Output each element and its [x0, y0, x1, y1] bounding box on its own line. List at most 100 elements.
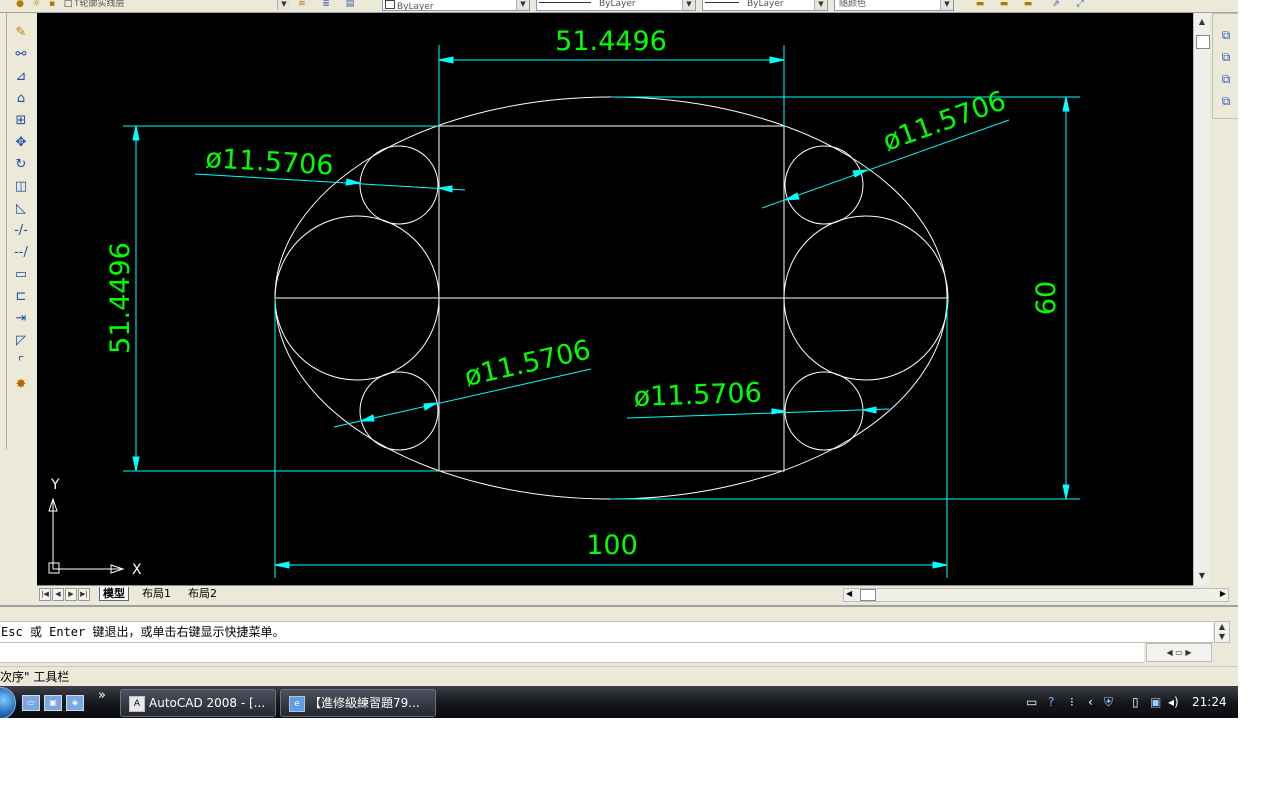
layer-name: T轮廓实线层 — [74, 0, 125, 9]
dim-right-text: 60 — [1031, 281, 1062, 315]
array-icon[interactable]: ⊞ — [10, 111, 32, 131]
layer-states-icon[interactable]: ≣ — [318, 0, 334, 10]
scale-icon[interactable]: ◫ — [10, 177, 32, 197]
tab-model[interactable]: 模型 — [99, 587, 129, 601]
layer-dropdown-arrow[interactable]: ▼ — [277, 0, 290, 10]
security-shield-icon[interactable]: ⛨ — [1104, 694, 1113, 710]
trim-icon[interactable]: -/- — [10, 221, 32, 241]
horizontal-scroll-thumb[interactable] — [860, 589, 876, 601]
color-value: ByLayer — [397, 2, 434, 11]
scroll-left-icon[interactable]: ◀ — [846, 589, 852, 599]
scroll-down-icon[interactable]: ▼ — [1195, 569, 1209, 583]
linetype-combo[interactable]: ByLayer ▼ — [536, 0, 696, 11]
color-dropdown-arrow[interactable]: ▼ — [516, 0, 529, 10]
prev-tab-icon[interactable]: ◀ — [52, 588, 64, 601]
chamfer-icon[interactable]: ◸ — [10, 331, 32, 351]
autocad-button-label: AutoCAD 2008 - [... — [149, 696, 266, 710]
clock[interactable]: 21:24 — [1192, 686, 1227, 718]
sun-icon[interactable]: ☼ — [28, 0, 44, 10]
layer-manager-icon[interactable]: ▤ — [342, 0, 358, 10]
dimension-texts: 51.4496 100 51.4496 60 ø11.5706 ø11.5706… — [105, 26, 1062, 561]
start-orb-icon[interactable] — [0, 687, 16, 718]
lineweight-dropdown-arrow[interactable]: ▼ — [814, 0, 827, 10]
command-window: Esc 或 Enter 键退出，或单击右键显示快捷菜单。 ▲ ▼ ◀ ▭ ▶ — [0, 605, 1238, 665]
circle-top-left — [359, 145, 439, 225]
layer-combo[interactable]: T轮廓实线层 ▼ — [74, 0, 290, 10]
color-combo[interactable]: ByLayer ▼ — [382, 0, 530, 11]
language-icon[interactable]: ⁝ — [1070, 694, 1074, 710]
layer-previous-icon[interactable]: ≋ — [294, 0, 310, 10]
dia-bottom-left-text: ø11.5706 — [462, 334, 594, 392]
plotstyle-value: 随颜色 — [839, 0, 867, 9]
dia-bottom-right-text: ø11.5706 — [633, 378, 762, 413]
properties-toolbar: ● ☼ ▪ □ T轮廓实线层 ▼ ≋ ≣ ▤ ByLayer ▼ ByLayer… — [0, 0, 1238, 13]
vertical-scrollbar[interactable]: ▲ ▼ — [1193, 13, 1210, 585]
table-style-icon[interactable]: ▬ — [996, 0, 1012, 10]
autocad-window: ● ☼ ▪ □ T轮廓实线层 ▼ ≋ ≣ ▤ ByLayer ▼ ByLayer… — [0, 0, 1238, 718]
scroll-up-icon[interactable]: ▲ — [1195, 15, 1209, 29]
table-icon[interactable]: ▬ — [972, 0, 988, 10]
offset-icon[interactable]: ⌂ — [10, 89, 32, 109]
rotate-icon[interactable]: ↻ — [10, 155, 32, 175]
windows-taskbar: ▭ ▣ ◈ » A AutoCAD 2008 - [... e 【進修級練習題79.… — [0, 686, 1238, 718]
mirror-icon[interactable]: ⊿ — [10, 67, 32, 87]
help-icon[interactable]: ? — [1048, 694, 1054, 710]
last-tab-icon[interactable]: ▶| — [78, 588, 90, 601]
plotstyle-dropdown-arrow[interactable]: ▼ — [940, 0, 953, 10]
circle-bottom-left — [359, 371, 439, 451]
command-input[interactable] — [0, 643, 1144, 663]
tray-expand-icon[interactable]: ‹ — [1088, 694, 1093, 710]
explode-icon[interactable]: ✸ — [10, 375, 32, 395]
quicklaunch-overflow[interactable]: » — [98, 688, 106, 703]
autocad-app-icon: A — [129, 695, 145, 712]
taskbar-autocad-button[interactable]: A AutoCAD 2008 - [... — [120, 689, 276, 717]
keyboard-icon[interactable]: ▭ — [1026, 694, 1037, 710]
command-history-line: Esc 或 Enter 键退出，或单击右键显示快捷菜单。 — [0, 621, 1213, 643]
switch-windows-icon[interactable]: ▣ — [44, 695, 62, 711]
send-to-back-icon[interactable]: ⧉ — [1217, 48, 1235, 66]
command-scroll-updown[interactable]: ▲ ▼ — [1214, 621, 1230, 643]
first-tab-icon[interactable]: |◀ — [39, 588, 51, 601]
copy-icon[interactable]: ⚯ — [10, 45, 32, 65]
move-icon[interactable]: ✥ — [10, 133, 32, 153]
horizontal-scrollbar[interactable]: ◀ ▶ — [843, 588, 1229, 602]
break-at-point-icon[interactable]: ▭ — [10, 265, 32, 285]
scroll-right-icon[interactable]: ▶ — [1220, 589, 1226, 599]
tab-layout1[interactable]: 布局1 — [139, 587, 174, 600]
bring-to-front-icon[interactable]: ⧉ — [1217, 26, 1235, 44]
quicklaunch-app-icon[interactable]: ◈ — [66, 695, 84, 711]
volume-icon[interactable]: ◂) — [1168, 694, 1179, 710]
stretch-icon[interactable]: ◺ — [10, 199, 32, 219]
bring-above-icon[interactable]: ⧉ — [1217, 70, 1235, 88]
modify-toolbar: ✎ ⚯ ⊿ ⌂ ⊞ ✥ ↻ ◫ ◺ -/- --/ ▭ ⊏ ⇥ ◸ ⌜ ✸ — [0, 13, 36, 609]
extend-icon[interactable]: --/ — [10, 243, 32, 263]
zoom-extents-icon[interactable]: ⤢ — [1072, 0, 1088, 10]
tab-layout2[interactable]: 布局2 — [185, 587, 220, 600]
show-desktop-icon[interactable]: ▭ — [22, 695, 40, 711]
drawing-area[interactable]: 51.4496 100 51.4496 60 ø11.5706 ø11.5706… — [37, 13, 1193, 585]
taskbar-ie-button[interactable]: e 【進修級練習題79... — [280, 689, 436, 717]
linetype-value: ByLayer — [599, 0, 636, 9]
dim-top-text: 51.4496 — [555, 26, 667, 57]
multiline-text-icon[interactable]: ⇗ — [1048, 0, 1064, 10]
plotstyle-combo[interactable]: 随颜色 ▼ — [834, 0, 954, 11]
next-tab-icon[interactable]: ▶ — [65, 588, 77, 601]
vertical-scroll-thumb[interactable] — [1196, 35, 1210, 49]
device-icon[interactable]: ▯ — [1132, 694, 1139, 710]
command-hscroll[interactable]: ◀ ▭ ▶ — [1146, 643, 1212, 662]
erase-icon[interactable]: ✎ — [10, 23, 32, 43]
drawing-canvas[interactable]: 51.4496 100 51.4496 60 ø11.5706 ø11.5706… — [37, 13, 1193, 585]
lineweight-value: ByLayer — [747, 0, 784, 9]
break-icon[interactable]: ⊏ — [10, 287, 32, 307]
table-edit-icon[interactable]: ▬ — [1020, 0, 1036, 10]
send-under-icon[interactable]: ⧉ — [1217, 92, 1235, 110]
network-icon[interactable]: ▣ — [1150, 694, 1161, 710]
linetype-dropdown-arrow[interactable]: ▼ — [682, 0, 695, 10]
lineweight-combo[interactable]: ByLayer ▼ — [702, 0, 828, 11]
lock-icon[interactable]: ▪ — [44, 0, 60, 10]
bulb-icon[interactable]: ● — [12, 0, 28, 10]
join-icon[interactable]: ⇥ — [10, 309, 32, 329]
ucs-y-label: Y — [50, 477, 60, 493]
circle-top-right — [784, 145, 864, 225]
fillet-icon[interactable]: ⌜ — [10, 353, 32, 373]
